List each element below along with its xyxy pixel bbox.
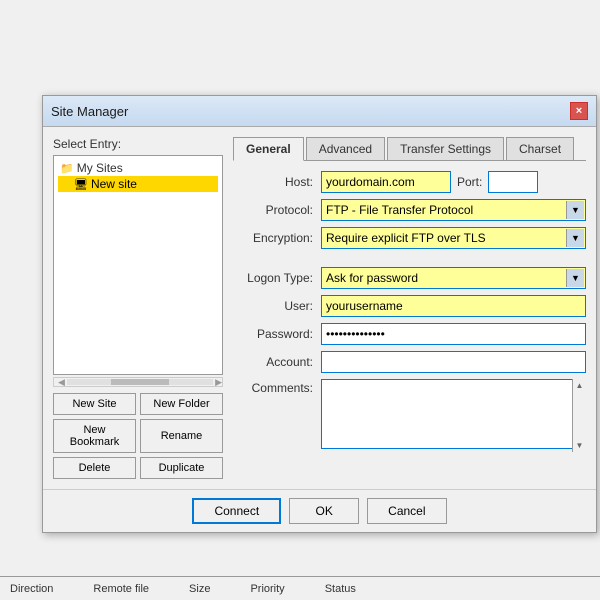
logon-type-select-wrapper: Ask for password ▼ [321, 267, 586, 289]
tab-charset[interactable]: Charset [506, 137, 574, 160]
new-bookmark-button[interactable]: New Bookmark [53, 419, 136, 453]
dialog-title: Site Manager [51, 104, 128, 119]
dialog-footer: Connect OK Cancel [43, 489, 596, 532]
tab-general[interactable]: General [233, 137, 304, 161]
scrollbar-down-arrow[interactable]: ▼ [574, 439, 586, 452]
tab-bar: General Advanced Transfer Settings Chars… [233, 137, 586, 161]
protocol-select[interactable]: FTP - File Transfer Protocol [321, 199, 586, 221]
comments-label: Comments: [233, 379, 313, 395]
logon-type-label: Logon Type: [233, 271, 313, 285]
host-port-row: Port: [321, 171, 586, 193]
status-priority: Priority [250, 583, 284, 595]
right-panel: General Advanced Transfer Settings Chars… [233, 137, 586, 479]
new-folder-button[interactable]: New Folder [140, 393, 223, 415]
password-label: Password: [233, 327, 313, 341]
status-bar: Direction Remote file Size Priority Stat… [0, 576, 600, 600]
password-input[interactable] [321, 323, 586, 345]
status-remote-file: Remote file [93, 583, 149, 595]
status-size: Size [189, 583, 210, 595]
new-site-button[interactable]: New Site [53, 393, 136, 415]
protocol-select-wrapper: FTP - File Transfer Protocol ▼ [321, 199, 586, 221]
encryption-select-wrapper: Require explicit FTP over TLS ▼ [321, 227, 586, 249]
status-direction: Direction [10, 583, 53, 595]
encryption-select[interactable]: Require explicit FTP over TLS [321, 227, 586, 249]
select-entry-label: Select Entry: [53, 137, 223, 151]
dialog-body: Select Entry: 📁 My Sites 🖥 New site ◀ ▶ [43, 127, 596, 489]
left-panel: Select Entry: 📁 My Sites 🖥 New site ◀ ▶ [53, 137, 223, 479]
protocol-label: Protocol: [233, 203, 313, 217]
tree-item-new-site[interactable]: 🖥 New site [58, 176, 218, 192]
user-label: User: [233, 299, 313, 313]
scrollbar-up-arrow[interactable]: ▲ [574, 379, 586, 392]
encryption-label: Encryption: [233, 231, 313, 245]
rename-button[interactable]: Rename [140, 419, 223, 453]
separator-1 [233, 255, 586, 261]
comments-scrollbar: ▲ ▼ [572, 379, 586, 452]
host-label: Host: [233, 175, 313, 189]
status-status: Status [325, 583, 356, 595]
account-label: Account: [233, 355, 313, 369]
duplicate-button[interactable]: Duplicate [140, 457, 223, 479]
tab-advanced[interactable]: Advanced [306, 137, 385, 160]
folder-icon: 📁 [60, 162, 74, 175]
port-label: Port: [457, 175, 482, 189]
logon-type-select[interactable]: Ask for password [321, 267, 586, 289]
user-input[interactable] [321, 295, 586, 317]
account-input[interactable] [321, 351, 586, 373]
site-tree[interactable]: 📁 My Sites 🖥 New site [53, 155, 223, 375]
delete-button[interactable]: Delete [53, 457, 136, 479]
site-manager-dialog: Site Manager × Select Entry: 📁 My Sites … [42, 95, 597, 533]
connect-button[interactable]: Connect [192, 498, 281, 524]
comments-wrapper: ▲ ▼ [321, 379, 586, 452]
tree-child-label: New site [91, 177, 137, 191]
cancel-button[interactable]: Cancel [367, 498, 446, 524]
comments-input[interactable] [321, 379, 586, 449]
port-input[interactable] [488, 171, 538, 193]
tree-root-my-sites[interactable]: 📁 My Sites [58, 160, 218, 176]
close-button[interactable]: × [570, 102, 588, 120]
general-form: Host: Port: Protocol: FTP - File Transfe… [233, 171, 586, 452]
site-icon: 🖥 [74, 178, 88, 191]
ok-button[interactable]: OK [289, 498, 359, 524]
host-input[interactable] [321, 171, 451, 193]
tab-transfer-settings[interactable]: Transfer Settings [387, 137, 504, 160]
dialog-titlebar: Site Manager × [43, 96, 596, 127]
left-buttons: New Site New Folder New Bookmark Rename … [53, 393, 223, 479]
tree-root-label: My Sites [77, 161, 123, 175]
